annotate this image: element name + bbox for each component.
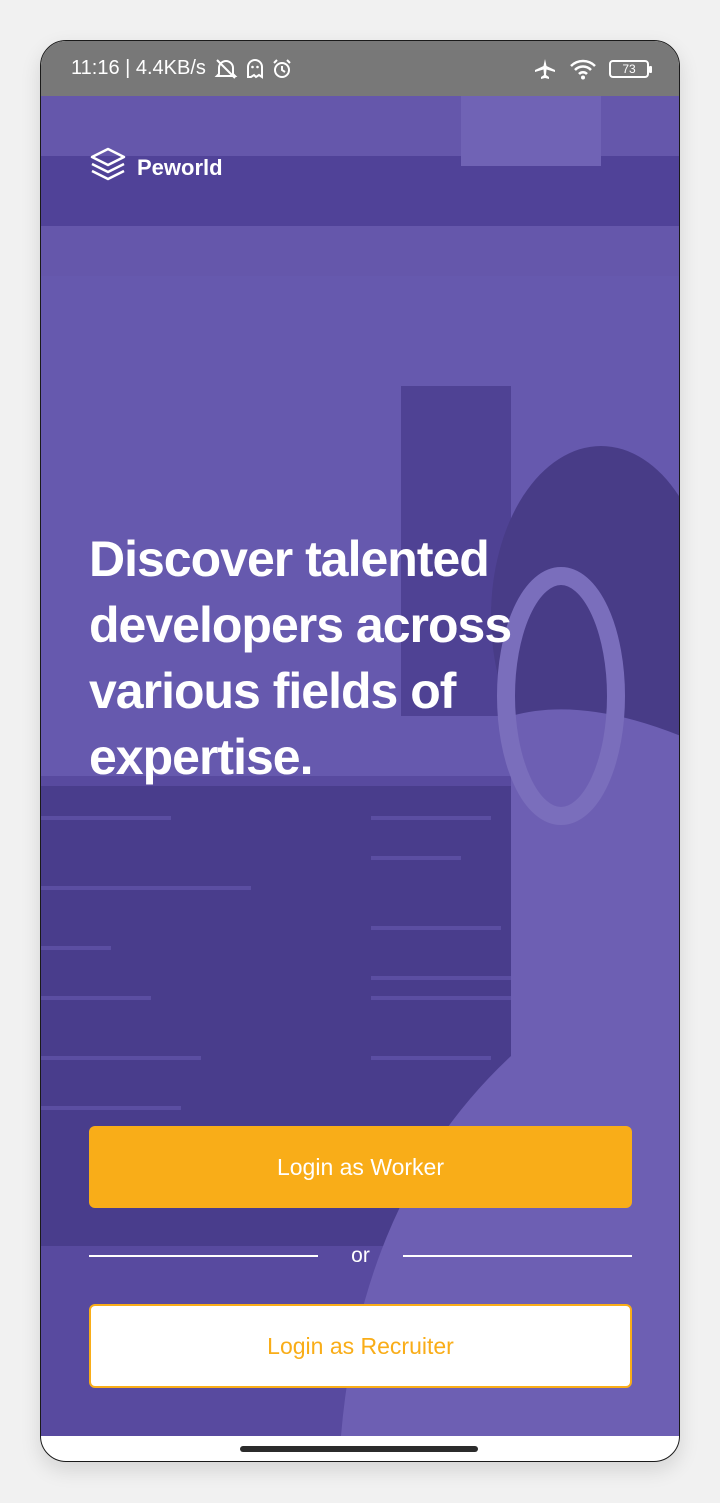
login-worker-button[interactable]: Login as Worker bbox=[89, 1126, 632, 1208]
hero-section: Peworld Discover talented developers acr… bbox=[41, 96, 679, 1436]
wifi-icon bbox=[569, 58, 597, 80]
brand-logo: Peworld bbox=[89, 146, 223, 190]
battery-icon: 73 bbox=[609, 59, 652, 78]
divider-line-right bbox=[403, 1255, 632, 1257]
alarm-icon bbox=[272, 58, 292, 79]
battery-level: 73 bbox=[622, 61, 636, 76]
status-bar: 11:16 | 4.4KB/s 73 bbox=[41, 41, 679, 96]
or-divider: or bbox=[89, 1241, 632, 1271]
ghost-icon bbox=[246, 58, 264, 79]
mute-icon bbox=[214, 58, 238, 80]
phone-frame: 11:16 | 4.4KB/s 73 Peworld Discover tale… bbox=[40, 40, 680, 1462]
hero-headline: Discover talented developers across vari… bbox=[89, 531, 512, 785]
login-recruiter-button[interactable]: Login as Recruiter bbox=[89, 1304, 632, 1388]
home-indicator[interactable] bbox=[240, 1446, 478, 1452]
divider-line-left bbox=[89, 1255, 318, 1257]
brand-name: Peworld bbox=[137, 155, 223, 180]
layers-icon bbox=[89, 146, 127, 190]
divider-text: or bbox=[351, 1244, 370, 1267]
airplane-icon bbox=[533, 58, 557, 80]
status-time-speed: 11:16 | 4.4KB/s bbox=[71, 57, 206, 79]
